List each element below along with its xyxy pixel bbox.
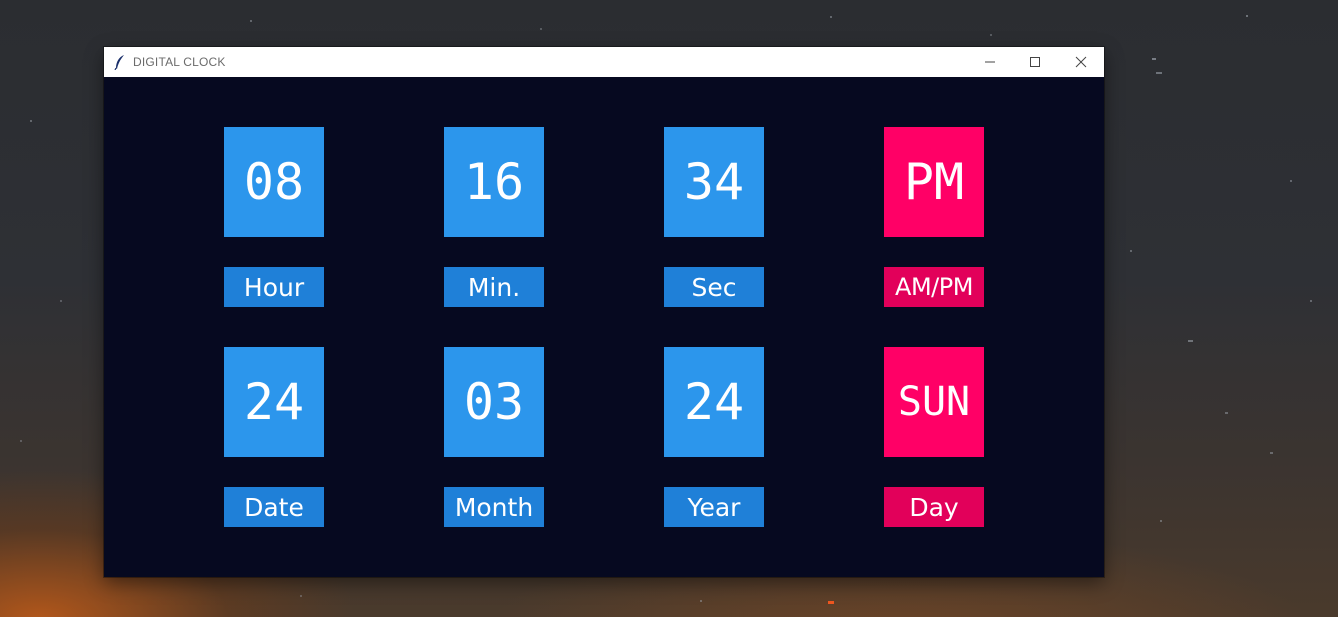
window-title: DIGITAL CLOCK bbox=[133, 55, 226, 69]
clock-panel: 08 Hour 16 Min. 34 Sec PM AM/PM 24 Date … bbox=[104, 77, 1104, 577]
maximize-button[interactable] bbox=[1012, 47, 1058, 77]
month-value: 03 bbox=[444, 347, 544, 457]
hour-label: Hour bbox=[224, 267, 324, 307]
minimize-button[interactable] bbox=[967, 47, 1013, 77]
minute-label: Min. bbox=[444, 267, 544, 307]
day-value: SUN bbox=[884, 347, 984, 457]
second-label: Sec bbox=[664, 267, 764, 307]
close-icon bbox=[1075, 56, 1087, 68]
second-value: 34 bbox=[664, 127, 764, 237]
maximize-icon bbox=[1030, 57, 1040, 67]
hour-value: 08 bbox=[224, 127, 324, 237]
year-value: 24 bbox=[664, 347, 764, 457]
ampm-value: PM bbox=[884, 127, 984, 237]
month-label: Month bbox=[444, 487, 544, 527]
digital-clock-window: DIGITAL CLOCK 08 Hour 16 Min. 34 Sec PM … bbox=[104, 47, 1104, 577]
minimize-icon bbox=[985, 61, 995, 63]
title-bar[interactable]: DIGITAL CLOCK bbox=[104, 47, 1104, 77]
minute-value: 16 bbox=[444, 127, 544, 237]
date-label: Date bbox=[224, 487, 324, 527]
date-value: 24 bbox=[224, 347, 324, 457]
ampm-label: AM/PM bbox=[884, 267, 984, 307]
day-label: Day bbox=[884, 487, 984, 527]
feather-icon bbox=[114, 55, 124, 70]
close-button[interactable] bbox=[1058, 47, 1104, 77]
year-label: Year bbox=[664, 487, 764, 527]
